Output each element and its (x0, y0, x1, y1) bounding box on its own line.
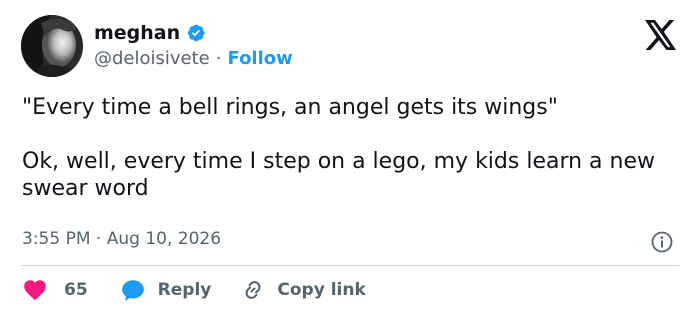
speech-bubble-icon (121, 280, 144, 301)
reply-button[interactable]: Reply (120, 277, 212, 303)
author-handle[interactable]: @deloisivete (94, 48, 210, 70)
copy-link-label: Copy link (277, 280, 366, 300)
separator-dot: · (215, 48, 222, 69)
follow-button[interactable]: Follow (228, 48, 293, 70)
link-icon (245, 281, 261, 299)
tweet-text: "Every time a bell rings, an angel gets … (22, 94, 682, 202)
info-icon[interactable] (650, 230, 674, 254)
tweet-line-quote: "Every time a bell rings, an angel gets … (22, 95, 558, 120)
separator-dot: · (95, 229, 102, 249)
heart-icon (24, 280, 46, 301)
tweet-date: Aug 10, 2026 (106, 229, 222, 249)
tweet-line-body: Ok, well, every time I step on a lego, m… (22, 149, 663, 201)
like-button[interactable]: 65 (22, 277, 88, 303)
avatar[interactable] (21, 15, 83, 77)
divider (21, 265, 679, 266)
avatar-image (21, 15, 83, 77)
like-count: 65 (64, 280, 88, 300)
action-bar: 65 Reply Copy link (22, 276, 366, 304)
author-name[interactable]: meghan (94, 22, 180, 44)
verified-badge-icon (186, 23, 206, 43)
tweet-timestamp[interactable]: 3:55 PM · Aug 10, 2026 (22, 228, 221, 250)
copy-link-button[interactable]: Copy link (241, 278, 366, 302)
author-name-row: meghan (94, 22, 206, 44)
tweet-time: 3:55 PM (22, 229, 91, 249)
x-logo-icon[interactable] (644, 20, 678, 50)
reply-label: Reply (157, 280, 212, 300)
author-handle-row: @deloisivete · Follow (94, 48, 293, 70)
